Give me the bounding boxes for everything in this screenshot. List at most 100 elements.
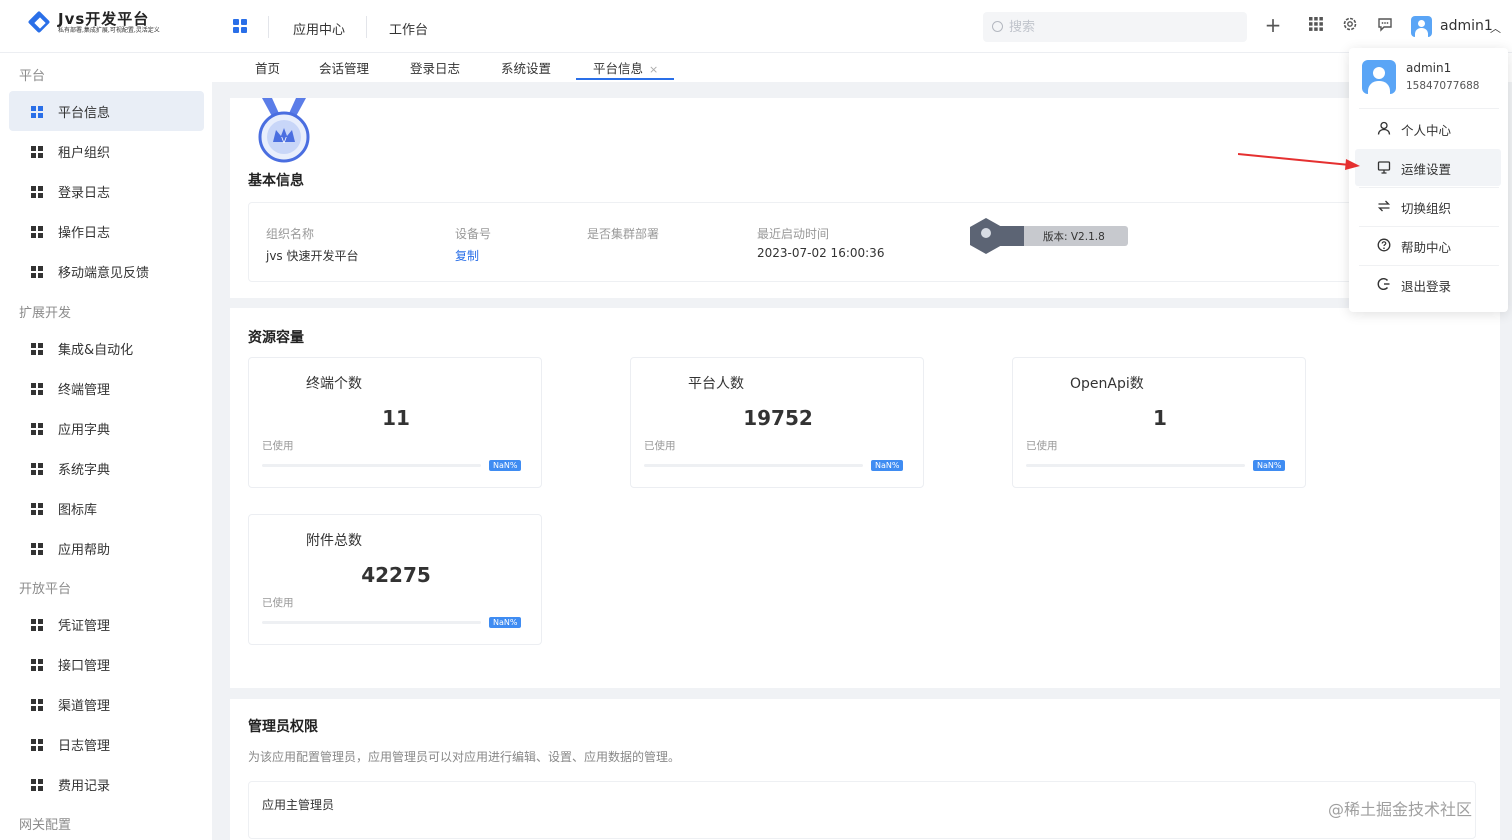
grid-icon xyxy=(31,343,43,355)
sidebar-item-integration[interactable]: 集成&自动化 xyxy=(9,328,204,368)
grid-icon xyxy=(31,383,43,395)
progress-bar xyxy=(262,464,481,467)
main-admin-box: 应用主管理员 xyxy=(248,781,1476,839)
tab-home[interactable]: 首页 xyxy=(255,58,280,77)
sidebar: 平台 平台信息 租户组织 登录日志 操作日志 移动端意见反馈 扩展开发 集成&自… xyxy=(0,53,212,840)
search-icon xyxy=(992,21,1003,32)
help-icon xyxy=(1376,238,1391,253)
sidebar-item-api[interactable]: 接口管理 xyxy=(9,644,204,684)
plus-icon[interactable]: + xyxy=(1264,15,1282,35)
stat-card-openapi: OpenApi数 1 已使用 NaN% xyxy=(1012,357,1306,488)
sidebar-item-log-manage[interactable]: 日志管理 xyxy=(9,724,204,764)
org-name-value: jvs 快速开发平台 xyxy=(266,249,359,263)
start-time-label: 最近启动时间 xyxy=(757,227,830,241)
admin-title: 管理员权限 xyxy=(248,719,318,735)
grid-icon xyxy=(31,739,43,751)
grid-icon xyxy=(31,543,43,555)
user-avatar[interactable] xyxy=(1411,16,1432,37)
app-subtitle: 私有部署,集成扩展,可视配置,灵活定义 xyxy=(58,27,160,34)
grid-icon xyxy=(31,186,43,198)
tab-platform-info-label: 平台信息 xyxy=(593,61,644,76)
sidebar-item-tenant[interactable]: 租户组织 xyxy=(9,131,204,171)
app-logo[interactable]: Jvs开发平台 私有部署,集成扩展,可视配置,灵活定义 xyxy=(27,10,160,35)
active-tab-indicator xyxy=(576,78,674,80)
nav-workbench[interactable]: 工作台 xyxy=(389,19,428,38)
logout-icon xyxy=(1376,277,1391,292)
grid-icon xyxy=(31,659,43,671)
org-name-label: 组织名称 xyxy=(266,227,315,241)
sidebar-item-operation-log[interactable]: 操作日志 xyxy=(9,211,204,251)
app-switcher-icon[interactable] xyxy=(233,19,249,35)
percent-badge: NaN% xyxy=(489,617,522,628)
search-input[interactable] xyxy=(1009,16,1229,38)
percent-badge: NaN% xyxy=(1253,460,1286,471)
sidebar-item-app-dict[interactable]: 应用字典 xyxy=(9,408,204,448)
sidebar-group-extension: 扩展开发 xyxy=(19,306,72,321)
tab-login-log[interactable]: 登录日志 xyxy=(410,58,460,77)
dropdown-username: admin1 xyxy=(1406,61,1452,75)
sidebar-group-platform: 平台 xyxy=(19,69,46,84)
sidebar-item-platform-info[interactable]: 平台信息 xyxy=(9,91,204,131)
monitor-icon xyxy=(1376,160,1391,175)
percent-badge: NaN% xyxy=(871,460,904,471)
menu-item-logout[interactable]: 退出登录 xyxy=(1355,266,1501,303)
admin-card: 管理员权限 为该应用配置管理员，应用管理员可以对应用进行编辑、设置、应用数据的管… xyxy=(230,699,1500,840)
dropdown-phone: 15847077688 xyxy=(1406,80,1480,92)
grid-icon xyxy=(31,266,43,278)
progress-bar xyxy=(644,464,863,467)
percent-badge: NaN% xyxy=(489,460,522,471)
sidebar-item-mobile-feedback[interactable]: 移动端意见反馈 xyxy=(9,251,204,291)
message-icon[interactable] xyxy=(1376,16,1394,34)
start-time-value: 2023-07-02 16:00:36 xyxy=(757,246,885,260)
top-header: Jvs开发平台 私有部署,集成扩展,可视配置,灵活定义 应用中心 工作台 + a… xyxy=(0,0,1512,53)
menu-item-profile[interactable]: 个人中心 xyxy=(1355,110,1501,147)
grid-icon xyxy=(31,226,43,238)
menu-item-ops-settings[interactable]: 运维设置 xyxy=(1355,149,1501,186)
close-icon[interactable]: × xyxy=(649,63,658,76)
device-label: 设备号 xyxy=(455,227,492,241)
basic-info-card: V 基本信息 组织名称 jvs 快速开发平台 设备号 复制 是否集群部署 最近启… xyxy=(230,98,1500,298)
version-text: 版本: V2.1.8 xyxy=(1043,231,1105,243)
nav-app-center[interactable]: 应用中心 xyxy=(293,19,345,38)
search-box[interactable] xyxy=(983,12,1247,42)
stat-card-users: 平台人数 19752 已使用 NaN% xyxy=(630,357,924,488)
admin-description: 为该应用配置管理员，应用管理员可以对应用进行编辑、设置、应用数据的管理。 xyxy=(248,750,681,764)
tab-platform-info[interactable]: 平台信息 × xyxy=(593,58,658,77)
sidebar-item-credential[interactable]: 凭证管理 xyxy=(9,604,204,644)
main-content: V 基本信息 组织名称 jvs 快速开发平台 设备号 复制 是否集群部署 最近启… xyxy=(212,82,1512,840)
progress-bar xyxy=(1026,464,1245,467)
corner-watermark: @稀土掘金技术社区 xyxy=(1328,800,1473,819)
gear-icon[interactable] xyxy=(1341,16,1359,34)
tab-system-settings[interactable]: 系统设置 xyxy=(501,58,551,77)
grid-icon xyxy=(31,503,43,515)
chevron-up-icon[interactable]: ︿ xyxy=(1490,20,1501,36)
resources-card: 资源容量 终端个数 11 已使用 NaN% 平台人数 19752 已使用 NaN… xyxy=(230,308,1500,688)
sidebar-group-gateway: 网关配置 xyxy=(19,818,72,833)
logo-icon xyxy=(27,10,52,35)
tab-session[interactable]: 会话管理 xyxy=(319,58,369,77)
grid-icon xyxy=(31,423,43,435)
copy-device-link[interactable]: 复制 xyxy=(455,247,479,264)
menu-item-help[interactable]: 帮助中心 xyxy=(1355,227,1501,264)
sidebar-group-open-platform: 开放平台 xyxy=(19,582,72,597)
sidebar-item-terminal[interactable]: 终端管理 xyxy=(9,368,204,408)
sidebar-item-channel[interactable]: 渠道管理 xyxy=(9,684,204,724)
grid-icon xyxy=(31,146,43,158)
cluster-label: 是否集群部署 xyxy=(587,227,660,241)
sidebar-item-sys-dict[interactable]: 系统字典 xyxy=(9,448,204,488)
red-arrow-icon xyxy=(1238,153,1360,170)
user-name[interactable]: admin1 xyxy=(1440,18,1493,34)
sidebar-item-billing[interactable]: 费用记录 xyxy=(9,764,204,804)
sidebar-item-app-help[interactable]: 应用帮助 xyxy=(9,528,204,568)
dropdown-avatar xyxy=(1362,60,1396,94)
main-admin-label: 应用主管理员 xyxy=(262,798,335,812)
apps-grid-icon[interactable] xyxy=(1307,16,1325,34)
sidebar-item-icon-lib[interactable]: 图标库 xyxy=(9,488,204,528)
sidebar-item-login-log[interactable]: 登录日志 xyxy=(9,171,204,211)
grid-icon xyxy=(31,779,43,791)
resources-title: 资源容量 xyxy=(248,330,304,346)
user-dropdown-menu: admin1 15847077688 个人中心 运维设置 切换组织 帮助中心 退… xyxy=(1349,48,1508,312)
stat-card-attachments: 附件总数 42275 已使用 NaN% xyxy=(248,514,542,645)
menu-item-switch-org[interactable]: 切换组织 xyxy=(1355,188,1501,225)
svg-text:V: V xyxy=(281,136,287,145)
